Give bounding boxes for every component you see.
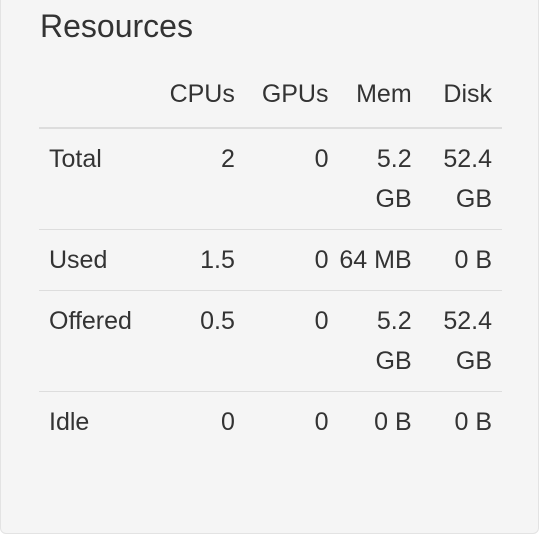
total-disk: 52.4 GB [443, 145, 492, 213]
total-gpus: 0 [314, 145, 329, 173]
idle-gpus: 0 [244, 391, 339, 452]
total-mem: 5.2 GB [375, 145, 412, 213]
idle-mem: 0 B [338, 391, 422, 452]
row-label-total: Total [49, 145, 102, 173]
row-label-used: Used [39, 229, 158, 291]
panel-title: Resources [40, 8, 193, 44]
row-label-offered: Offered [39, 290, 158, 392]
table-header-row: CPUs GPUs Mem Disk [39, 77, 502, 129]
table-row: Used 1.5 0 64 MB 0 B [39, 229, 502, 291]
header-gpus: GPUs [244, 77, 339, 129]
idle-disk: 0 B [421, 391, 502, 452]
used-mem: 64 MB [338, 229, 422, 291]
used-gpus: 0 [244, 229, 339, 291]
resources-table: CPUs GPUs Mem Disk Total 2 0 5.2 GB 52.4… [39, 77, 502, 452]
total-cpus: 2 [220, 145, 235, 173]
used-disk: 0 B [421, 229, 502, 291]
idle-cpus: 0 [157, 391, 245, 452]
header-cpus: CPUs [157, 77, 245, 129]
table-row: Total 2 0 5.2 GB 52.4 GB [39, 128, 502, 230]
offered-cpus: 0.5 [157, 290, 245, 392]
resources-panel: Resources CPUs GPUs Mem Disk Total 2 0 5… [0, 0, 539, 534]
offered-disk: 52.4 GB [421, 290, 502, 392]
row-label-idle: Idle [39, 391, 158, 452]
offered-mem: 5.2 GB [338, 290, 422, 392]
table-row: Idle 0 0 0 B 0 B [39, 391, 502, 452]
offered-gpus: 0 [244, 290, 339, 392]
header-mem: Mem [338, 77, 422, 129]
used-cpus: 1.5 [157, 229, 245, 291]
table-row: Offered 0.5 0 5.2 GB 52.4 GB [39, 290, 502, 392]
header-disk: Disk [421, 77, 502, 129]
header-blank [39, 77, 158, 129]
